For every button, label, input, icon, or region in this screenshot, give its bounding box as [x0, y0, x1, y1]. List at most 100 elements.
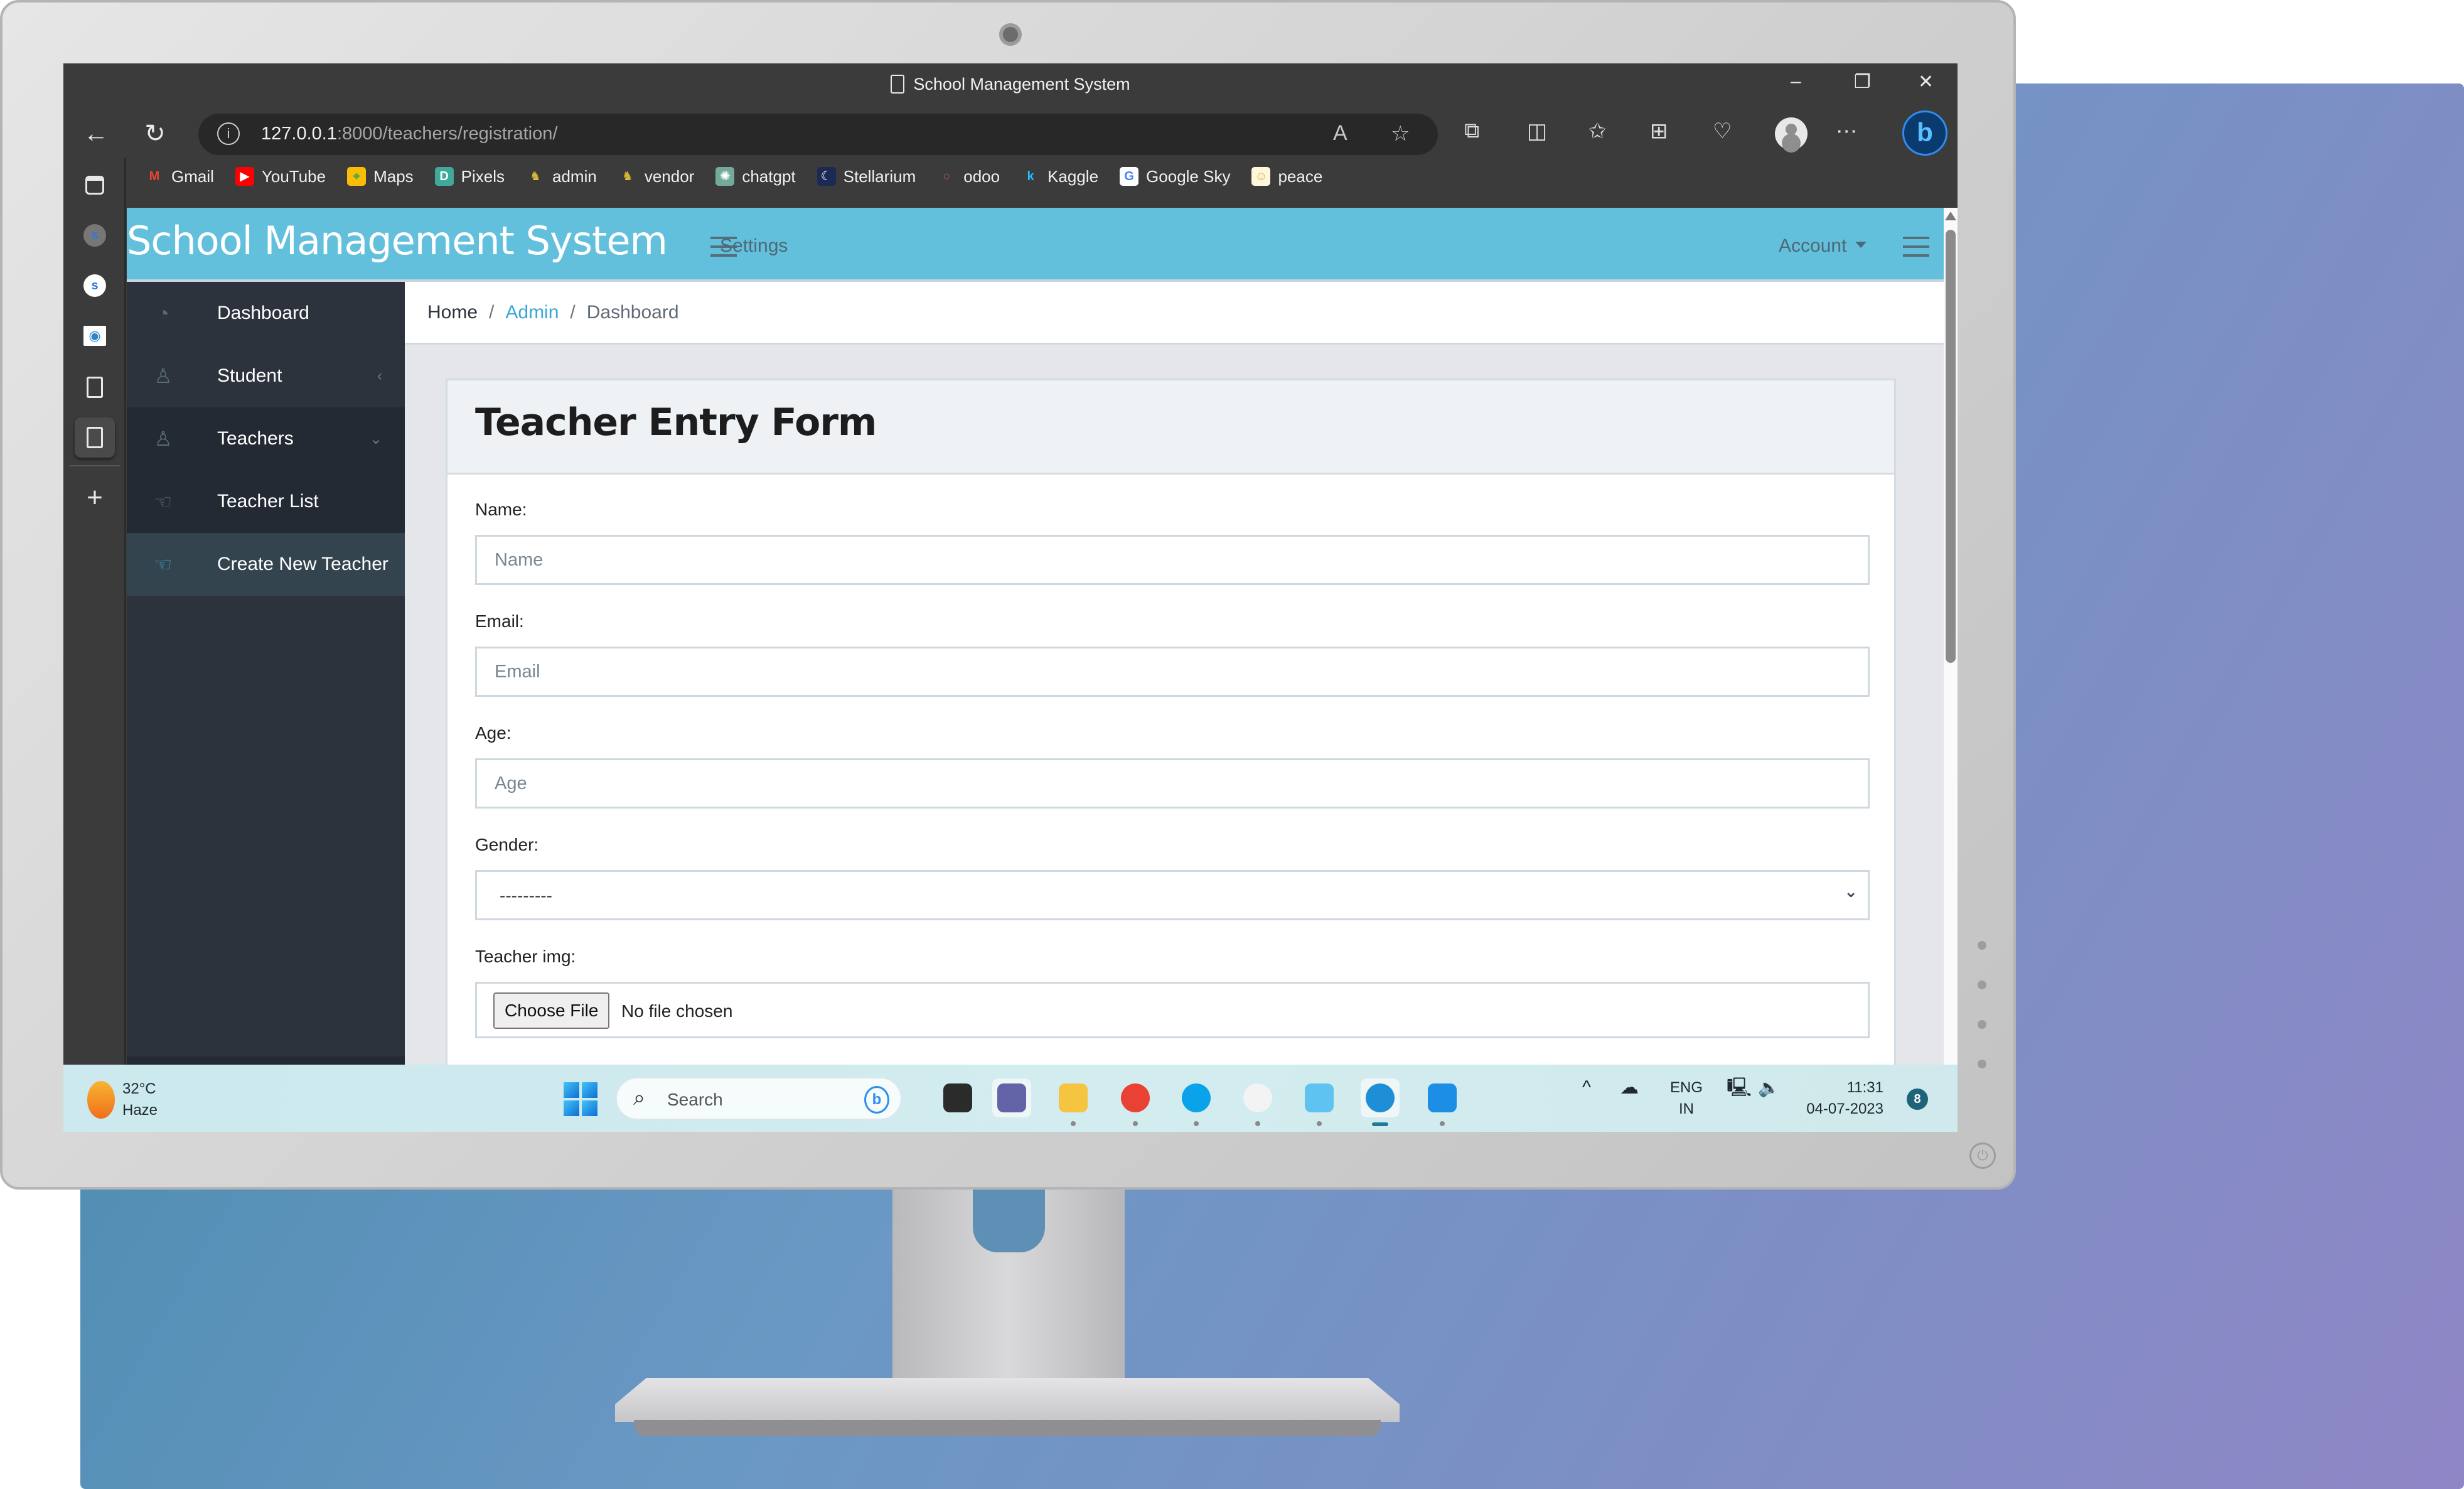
bookmark-maps[interactable]: ⌖ Maps [347, 167, 414, 186]
power-icon[interactable]: ⏻ [1969, 1142, 1996, 1169]
peace-icon: ☺ [1251, 167, 1271, 186]
vscode-taskbar-button[interactable] [1423, 1078, 1462, 1126]
email-input[interactable] [475, 647, 1870, 697]
gender-select[interactable]: --------- ⌄ [475, 870, 1870, 920]
bing-icon[interactable]: b [864, 1086, 889, 1114]
windows-taskbar: 32°C Haze ⌕ Search b ^ ☁ ENG IN 🖳 🔈 11:31 0… [63, 1065, 1958, 1132]
browser-titlebar: School Management System – ❐ ✕ [63, 63, 1958, 107]
split-screen-icon[interactable]: ◫ [1527, 119, 1547, 144]
timer-app-taskbar-button[interactable] [1238, 1078, 1277, 1126]
skype-taskbar-button[interactable] [1177, 1078, 1216, 1126]
scrollbar-thumb[interactable] [1946, 230, 1956, 663]
screen: School Management System – ❐ ✕ ← ↻ i 127… [63, 63, 1958, 1132]
notification-badge[interactable]: 8 [1907, 1089, 1928, 1110]
settings-link[interactable]: Settings [720, 235, 788, 257]
close-button[interactable]: ✕ [1918, 71, 1934, 93]
tab-actions-icon[interactable] [75, 165, 115, 205]
sidebar-item-teachers[interactable]: ♙ Teachers ⌄ [127, 407, 405, 470]
tab-s-white[interactable]: s [75, 266, 115, 306]
language-indicator[interactable]: ENG IN [1670, 1077, 1703, 1120]
chatgpt-icon: ✺ [715, 167, 735, 186]
teacher-img-file-input[interactable]: Choose File No file chosen [475, 982, 1870, 1038]
bookmark-peace[interactable]: ☺ peace [1251, 167, 1322, 186]
address-bar[interactable]: i 127.0.0.1:8000/teachers/registration/ … [198, 114, 1438, 155]
name-input[interactable] [475, 535, 1870, 585]
tray-overflow-icon[interactable]: ^ [1582, 1077, 1591, 1099]
breadcrumb-bar: Home / Admin / Dashboard [405, 282, 1944, 345]
breadcrumb-admin[interactable]: Admin [505, 302, 559, 323]
monitor-bezel: ⏻ School Management System – ❐ ✕ ← ↻ i 1… [0, 0, 2016, 1190]
tab-document[interactable] [75, 367, 115, 407]
chrome-taskbar-button[interactable] [1116, 1078, 1155, 1126]
more-menu-icon[interactable]: ⋯ [1836, 119, 1857, 144]
profile-avatar[interactable] [1775, 117, 1808, 150]
age-input[interactable] [475, 758, 1870, 809]
new-tab-button[interactable]: + [75, 478, 115, 518]
gender-group: Gender: --------- ⌄ [475, 835, 1870, 920]
browser-essentials-icon[interactable]: ♡ [1713, 119, 1732, 144]
favorites-icon[interactable]: ✩ [1588, 119, 1607, 144]
taskbar-search[interactable]: ⌕ Search b [616, 1077, 902, 1120]
sidebar: ◔ Dashboard ♙ Student ‹ ♙ Teachers ⌄ ☜ Teacher Li… [127, 282, 405, 1126]
bookmark-stellarium[interactable]: ☾ Stellarium [817, 167, 916, 186]
window-title: School Management System [63, 75, 1958, 94]
weather-widget[interactable]: 32°C Haze [87, 1078, 158, 1121]
taskview-taskbar-button[interactable] [938, 1078, 977, 1117]
tab-document-active[interactable] [75, 417, 115, 458]
sidebar-item-create-new-teacher[interactable]: ☜ Create New Teacher [127, 533, 405, 596]
collections-icon[interactable]: ⊞ [1650, 119, 1668, 144]
page-scrollbar[interactable] [1944, 208, 1958, 1126]
clock[interactable]: 11:31 04-07-2023 [1802, 1077, 1883, 1120]
bookmark-label: Pixels [461, 166, 505, 186]
bookmark-youtube[interactable]: ▶ YouTube [235, 167, 326, 186]
chevron-down-icon: ⌄ [1844, 882, 1858, 901]
bookmark-label: YouTube [261, 166, 326, 186]
bookmark-pixels[interactable]: D Pixels [434, 166, 505, 186]
back-button[interactable]: ← [78, 116, 114, 151]
url-text[interactable]: 127.0.0.1:8000/teachers/registration/ [261, 124, 557, 144]
restore-button[interactable]: ❐ [1854, 71, 1871, 93]
reload-button[interactable]: ↻ [137, 116, 173, 151]
bookmark-vendor[interactable]: ♞ vendor [618, 167, 694, 186]
sidebar-item-dashboard[interactable]: ◔ Dashboard [127, 282, 405, 345]
bing-copilot-icon[interactable]: b [1902, 110, 1947, 156]
network-icon[interactable]: 🖳 [1727, 1077, 1752, 1099]
read-aloud-icon[interactable]: A [1333, 121, 1347, 146]
volume-icon[interactable]: 🔈 [1758, 1077, 1780, 1099]
account-dropdown[interactable]: Account [1779, 235, 1867, 257]
email-group: Email: [475, 611, 1870, 697]
favorite-star-icon[interactable]: ☆ [1391, 121, 1410, 146]
tab-s-gray[interactable]: s [75, 215, 115, 255]
bookmark-admin[interactable]: ♞ admin [526, 167, 597, 186]
teacher-form-card: Teacher Entry Form Name: Email: Age: Gen… [446, 379, 1896, 1126]
pixels-icon: D [434, 167, 454, 186]
minimize-button[interactable]: – [1791, 71, 1801, 92]
file-explorer-taskbar-button[interactable] [1054, 1078, 1093, 1126]
extensions-icon[interactable]: ⧉ [1464, 119, 1479, 143]
sidebar-item-student[interactable]: ♙ Student ‹ [127, 345, 405, 407]
notepad-taskbar-button[interactable] [1300, 1078, 1339, 1126]
bookmark-odoo[interactable]: ○ odoo [937, 167, 1000, 186]
running-indicator [1317, 1121, 1322, 1126]
edge-taskbar-button[interactable] [1361, 1078, 1400, 1126]
onedrive-icon[interactable]: ☁ [1620, 1077, 1639, 1099]
sidebar-item-teacher-list[interactable]: ☜ Teacher List [127, 470, 405, 533]
breadcrumb-home[interactable]: Home [427, 302, 478, 323]
choose-file-button[interactable]: Choose File [493, 992, 610, 1029]
bookmark-google-sky[interactable]: G Google Sky [1120, 167, 1230, 186]
running-indicator [1440, 1121, 1445, 1126]
bookmark-gmail[interactable]: M Gmail [145, 167, 214, 186]
bookmark-chatgpt[interactable]: ✺ chatgpt [715, 167, 796, 186]
admin-icon: ♞ [530, 169, 541, 183]
name-label: Name: [475, 500, 527, 519]
bookmark-kaggle[interactable]: k Kaggle [1021, 167, 1099, 186]
site-info-icon[interactable]: i [217, 122, 240, 145]
app-brand[interactable]: School Management System [127, 218, 668, 264]
tab-site-logo[interactable]: ◉ [75, 316, 115, 356]
windows-start-icon[interactable] [564, 1082, 597, 1116]
teams-taskbar-button[interactable] [992, 1078, 1031, 1117]
scroll-up-arrow[interactable] [1945, 212, 1956, 220]
right-menu-icon[interactable] [1903, 237, 1929, 257]
chrome-icon [1121, 1083, 1150, 1112]
sidebar-item-label: Student [217, 365, 282, 386]
